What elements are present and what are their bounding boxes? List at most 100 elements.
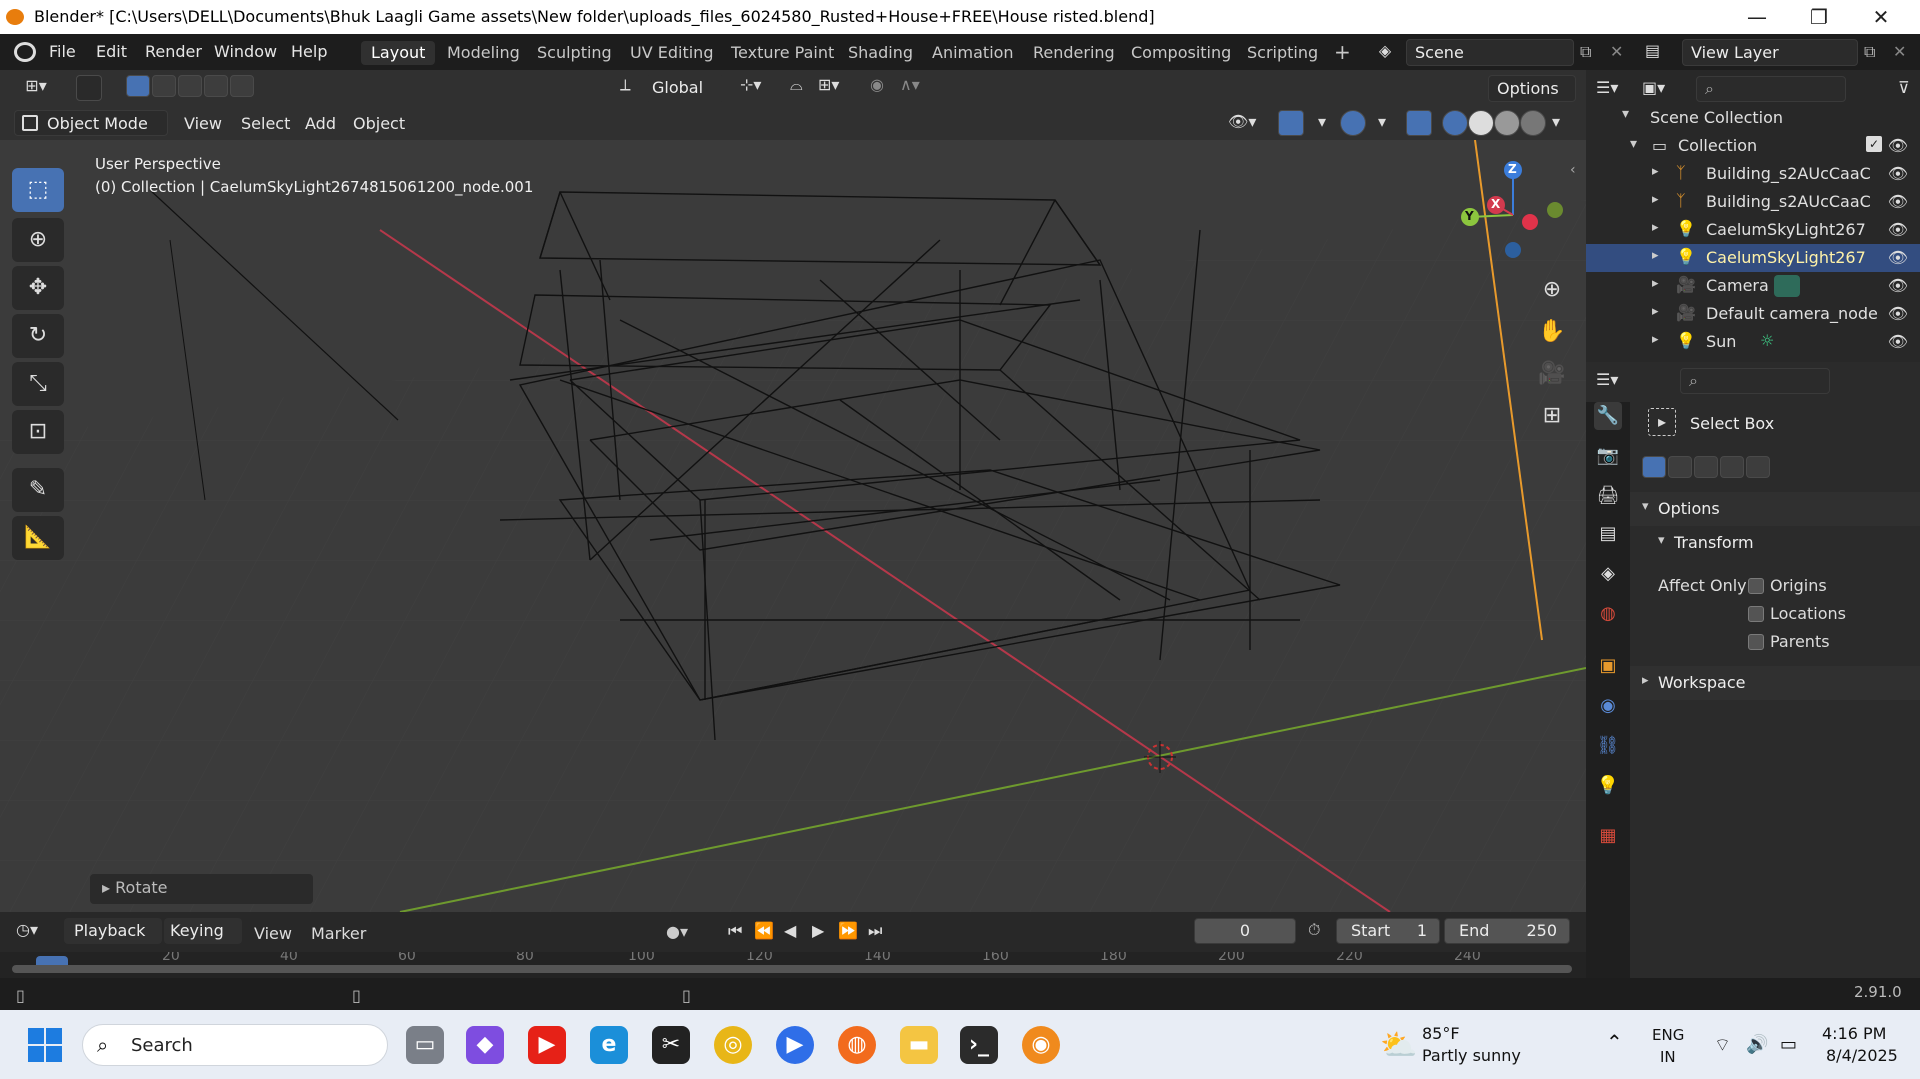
object-data-tab-icon[interactable]: 💡	[1594, 772, 1622, 800]
clock-time[interactable]: 4:16 PM	[1822, 1024, 1886, 1043]
view-layer-field[interactable]: View Layer	[1682, 39, 1858, 66]
start-frame-field[interactable]: Start 1	[1336, 918, 1440, 944]
eye-icon[interactable]: 👁	[1888, 332, 1908, 351]
tool-tab-icon[interactable]: 🔧	[1594, 402, 1622, 430]
jump-end-icon[interactable]: ⏭	[868, 921, 882, 941]
pivot-point-icon[interactable]: ⊹▾	[740, 75, 761, 94]
preview-range-icon[interactable]: ⏱	[1308, 920, 1320, 940]
3d-viewport[interactable]: User Perspective (0) Collection | Caelum…	[0, 140, 1586, 912]
outliner-item[interactable]: ▸ 🎥 Default camera_node 👁	[1586, 300, 1920, 328]
prev-keyframe-icon[interactable]: ⏪	[754, 921, 774, 940]
constraints-tab-icon[interactable]: ⛓	[1594, 732, 1622, 760]
last-operation-panel[interactable]: ▸ Rotate	[90, 874, 313, 904]
outliner-item[interactable]: ▸ 🎥 Camera 👁	[1586, 272, 1920, 300]
view-layer-tab-icon[interactable]: ▤	[1594, 520, 1622, 548]
blender-menu-icon[interactable]	[14, 42, 36, 62]
transform-subpanel-header[interactable]: ▾ Transform	[1630, 528, 1920, 558]
proportional-edit-icon[interactable]: ◉	[870, 75, 884, 94]
jump-start-icon[interactable]: ⏮	[728, 921, 742, 941]
outliner-item[interactable]: ▸ ᛉ Building_s2AUcCaaC 👁	[1586, 188, 1920, 216]
taskbar-search[interactable]: ⌕ Search	[82, 1024, 388, 1066]
media-player-icon[interactable]: ▶	[776, 1026, 814, 1064]
outliner-search-input[interactable]: ⌕	[1696, 76, 1846, 102]
eye-icon[interactable]: 👁	[1888, 220, 1908, 239]
expand-arrow-icon[interactable]: ▸	[1652, 276, 1659, 291]
new-view-layer-icon[interactable]: ⧉	[1864, 42, 1875, 62]
menu-file[interactable]: File	[49, 42, 76, 61]
eye-icon[interactable]: 👁	[1888, 248, 1908, 267]
tab-shading[interactable]: Shading	[838, 41, 923, 65]
select-extend-icon[interactable]	[152, 75, 176, 97]
sun-icon[interactable]: ☼	[1760, 331, 1774, 350]
wireframe-shading-icon[interactable]	[1442, 110, 1468, 136]
outliner-item-selected[interactable]: ▸ 💡 CaelumSkyLight267 👁	[1586, 244, 1920, 272]
collection-eye-icon[interactable]: 👁	[1888, 136, 1908, 155]
perspective-toggle-icon[interactable]: ⊞	[1532, 396, 1572, 436]
task-view-icon[interactable]: ▭	[406, 1026, 444, 1064]
eye-icon[interactable]: 👁	[1888, 192, 1908, 211]
timeline-scrollbar[interactable]	[12, 965, 1572, 973]
tab-uv-editing[interactable]: UV Editing	[620, 41, 723, 65]
properties-editor-icon[interactable]: ☰▾	[1596, 370, 1618, 389]
menu-view[interactable]: View	[184, 114, 222, 133]
snap-icon[interactable]: ⌓	[790, 75, 803, 95]
texture-tab-icon[interactable]: ▦	[1594, 822, 1622, 850]
keying-menu[interactable]: Keying	[164, 918, 242, 944]
menu-help[interactable]: Help	[291, 42, 327, 61]
material-shading-icon[interactable]	[1494, 110, 1520, 136]
chrome-icon[interactable]: ◎	[714, 1026, 752, 1064]
editor-type-icon[interactable]: ⊞▾	[16, 76, 56, 102]
select-box-tool-icon[interactable]: ⬚	[12, 168, 64, 212]
solid-shading-icon[interactable]	[1468, 110, 1494, 136]
expand-arrow-icon[interactable]: ▸	[1652, 332, 1659, 347]
next-keyframe-icon[interactable]: ⏩	[838, 921, 858, 940]
locations-checkbox[interactable]	[1748, 606, 1764, 622]
menu-render[interactable]: Render	[145, 42, 202, 61]
select-difference-icon[interactable]	[204, 75, 228, 97]
outliner-editor-icon[interactable]: ☰▾	[1596, 78, 1618, 97]
minimize-button[interactable]: —	[1728, 0, 1786, 34]
workspace-panel-header[interactable]: ▸ Workspace	[1630, 666, 1920, 700]
expand-arrow-icon[interactable]: ▸	[1652, 164, 1659, 179]
shading-dropdown-icon[interactable]: ▾	[1552, 112, 1560, 131]
end-frame-field[interactable]: End 250	[1444, 918, 1570, 944]
firefox-icon[interactable]: ◍	[838, 1026, 876, 1064]
overlays-dropdown-icon[interactable]: ▾	[1378, 112, 1386, 131]
mode-difference-icon[interactable]	[1720, 456, 1744, 478]
expand-arrow-icon[interactable]: ▸	[1652, 192, 1659, 207]
copilot-icon[interactable]: ◆	[466, 1026, 504, 1064]
mode-intersect-icon[interactable]	[1746, 456, 1770, 478]
physics-tab-icon[interactable]: ◉	[1594, 692, 1622, 720]
tab-sculpting[interactable]: Sculpting	[527, 41, 622, 65]
annotate-tool-icon[interactable]: ✎	[12, 468, 64, 512]
origins-checkbox[interactable]	[1748, 578, 1764, 594]
current-frame-field[interactable]: 0	[1194, 918, 1296, 944]
blender-taskbar-icon[interactable]: ◉	[1022, 1026, 1060, 1064]
select-intersect-icon[interactable]	[230, 75, 254, 97]
tab-animation[interactable]: Animation	[922, 41, 1024, 65]
tab-modeling[interactable]: Modeling	[437, 41, 530, 65]
camera-view-icon[interactable]: 🎥	[1532, 354, 1572, 394]
xray-icon[interactable]	[1406, 110, 1432, 136]
select-subtract-icon[interactable]	[178, 75, 202, 97]
tray-overflow-icon[interactable]: ⌃	[1606, 1030, 1623, 1054]
outliner-item[interactable]: ▸ 💡 CaelumSkyLight267 👁	[1586, 216, 1920, 244]
timeline-editor-icon[interactable]: ◷▾	[16, 920, 38, 939]
mode-extend-icon[interactable]	[1668, 456, 1692, 478]
tab-rendering[interactable]: Rendering	[1023, 41, 1125, 65]
timeline-ruler[interactable]: 20 40 60 80 100 120 140 160 180 200 220 …	[0, 952, 1586, 978]
eye-icon[interactable]: 👁	[1888, 304, 1908, 323]
play-reverse-icon[interactable]: ◀	[784, 921, 796, 940]
world-tab-icon[interactable]: ◍	[1594, 600, 1622, 628]
outliner-item[interactable]: ▸ 💡 Sun ☼ 👁	[1586, 328, 1920, 356]
volume-icon[interactable]: 🔊	[1746, 1034, 1768, 1055]
youtube-icon[interactable]: ▶	[528, 1026, 566, 1064]
terminal-icon[interactable]: ›_	[960, 1026, 998, 1064]
tab-texture-paint[interactable]: Texture Paint	[721, 41, 844, 65]
pan-hand-icon[interactable]: ✋	[1532, 312, 1572, 352]
menu-select[interactable]: Select	[241, 114, 290, 133]
mode-new-icon[interactable]	[1642, 456, 1666, 478]
outliner-scene-collection[interactable]: Scene Collection	[1586, 104, 1920, 132]
view-layer-icon[interactable]: ▤	[1645, 41, 1660, 60]
options-dropdown[interactable]: Options	[1488, 75, 1576, 102]
